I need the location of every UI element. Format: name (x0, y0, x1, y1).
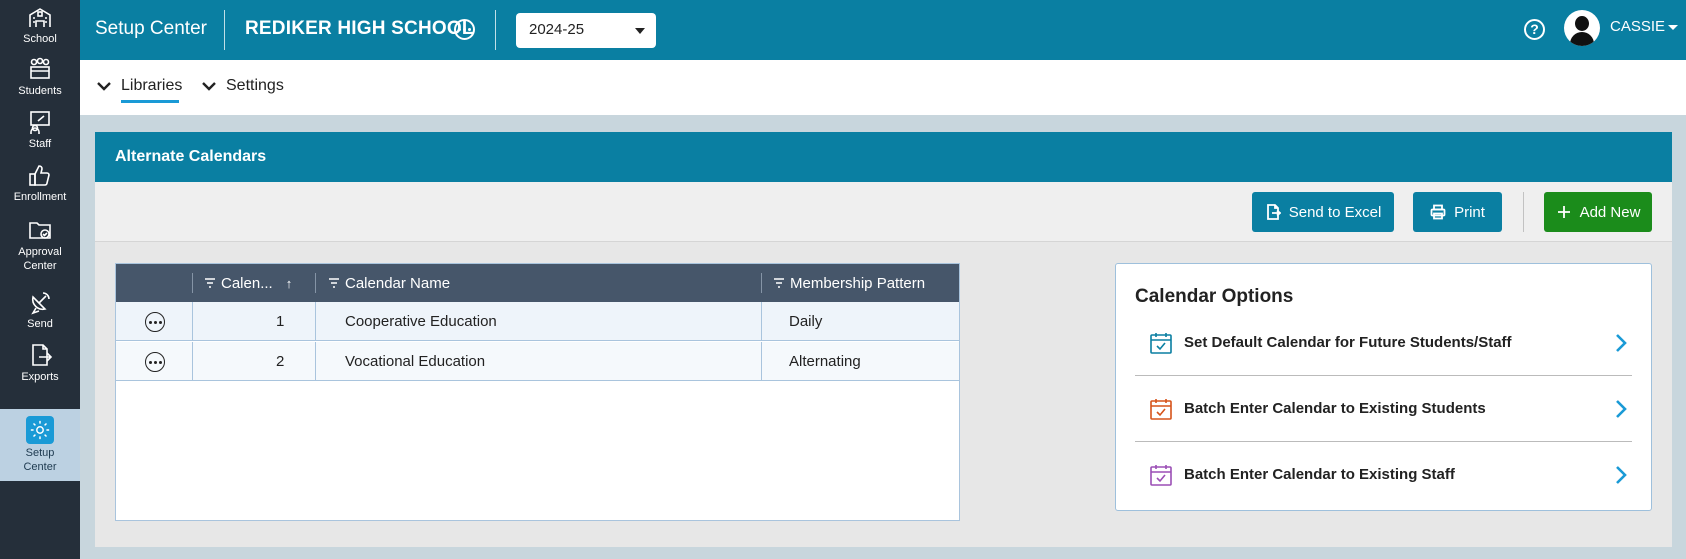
subnav-libraries[interactable]: Libraries (95, 77, 182, 95)
thumbs-up-icon (29, 165, 50, 186)
add-new-button[interactable]: Add New (1544, 192, 1652, 232)
caret-down-icon[interactable] (1668, 25, 1678, 30)
cell-calendar-name: Cooperative Education (345, 313, 497, 330)
file-export-icon (32, 344, 53, 366)
filter-icon[interactable] (204, 277, 216, 289)
chevron-right-icon (1616, 466, 1627, 484)
column-header-calendar-name[interactable]: Calendar Name (328, 264, 450, 302)
rail-item-label: Approval (18, 246, 62, 258)
column-header-membership-pattern[interactable]: Membership Pattern (773, 264, 925, 302)
subnav-settings[interactable]: Settings (200, 77, 284, 95)
toolbar: Send to Excel Print Add New (95, 182, 1672, 242)
card-title: Alternate Calendars (95, 132, 1672, 182)
rail-item-school[interactable]: School (0, 4, 80, 48)
students-icon (30, 57, 50, 79)
print-button[interactable]: Print (1413, 192, 1502, 232)
calendar-check-icon (1150, 399, 1172, 420)
rail-item-label: School (23, 33, 57, 45)
top-bar: Setup Center REDIKER HIGH SCHOOL 2024-25… (80, 0, 1686, 60)
school-name: REDIKER HIGH SCHOOL (245, 18, 474, 39)
rail-item-approval-center[interactable]: Approval Center (0, 217, 80, 277)
app-title[interactable]: Setup Center (95, 18, 207, 40)
satellite-icon (31, 292, 50, 315)
calendars-grid: Calen... ↑ Calendar Name Membership Patt… (115, 263, 960, 521)
table-row[interactable]: 1 Cooperative Education Daily (116, 302, 959, 341)
rail-item-label: Center (23, 461, 57, 473)
row-actions-icon[interactable] (145, 312, 165, 332)
subnav-label: Libraries (121, 77, 183, 94)
filter-icon[interactable] (773, 277, 785, 289)
left-nav-rail: School Students Staff Enrollment Approva… (0, 0, 80, 559)
calendar-options-panel: Calendar Options Set Default Calendar fo… (1115, 263, 1652, 511)
grid-header: Calen... ↑ Calendar Name Membership Patt… (116, 264, 959, 302)
column-header-calendar-number[interactable]: Calen... ↑ (204, 264, 292, 302)
school-icon (29, 8, 51, 27)
school-year-select[interactable]: 2024-25 (516, 13, 656, 48)
chevron-right-icon (1616, 400, 1627, 418)
alternate-calendars-card: Alternate Calendars Send to Excel Print … (95, 132, 1672, 547)
rail-item-label: Center (23, 260, 57, 272)
chevron-right-icon (1616, 334, 1627, 352)
rail-item-label: Send (27, 318, 53, 330)
calendar-options-title: Calendar Options (1135, 286, 1294, 307)
toolbar-divider (1523, 192, 1524, 232)
row-actions-icon[interactable] (145, 352, 165, 372)
option-batch-students[interactable]: Batch Enter Calendar to Existing Student… (1135, 376, 1632, 442)
file-export-icon (1266, 204, 1281, 220)
rail-item-enrollment[interactable]: Enrollment (0, 162, 80, 206)
cell-calendar-number: 2 (276, 353, 285, 370)
rail-item-label: Setup (25, 447, 55, 459)
chevron-down-icon (97, 82, 111, 91)
rail-item-label: Exports (21, 371, 59, 383)
cell-membership-pattern: Alternating (789, 353, 861, 370)
chevron-down-icon (202, 82, 216, 91)
rail-item-label: Enrollment (13, 191, 67, 203)
cell-calendar-name: Vocational Education (345, 353, 486, 370)
rail-item-staff[interactable]: Staff (0, 109, 80, 153)
send-to-excel-button[interactable]: Send to Excel (1252, 192, 1394, 232)
school-year-value: 2024-25 (529, 21, 585, 38)
user-name[interactable]: CASSIE (1610, 18, 1665, 35)
active-tab-indicator (121, 100, 179, 103)
rail-item-label: Staff (28, 138, 52, 150)
folder-check-icon (29, 222, 51, 239)
divider (495, 10, 496, 50)
avatar[interactable] (1564, 10, 1600, 46)
sort-ascending-icon: ↑ (285, 275, 293, 291)
subnav-label: Settings (226, 77, 284, 94)
rail-item-students[interactable]: Students (0, 56, 80, 100)
plus-icon (1557, 206, 1570, 218)
option-set-default-calendar[interactable]: Set Default Calendar for Future Students… (1135, 310, 1632, 376)
staff-icon (30, 111, 50, 134)
cell-membership-pattern: Daily (789, 313, 823, 330)
rail-item-send[interactable]: Send (0, 289, 80, 333)
caret-down-icon (635, 28, 645, 34)
print-icon (1430, 204, 1446, 220)
rail-item-label: Students (18, 85, 62, 97)
option-batch-staff[interactable]: Batch Enter Calendar to Existing Staff (1135, 442, 1632, 508)
rail-item-exports[interactable]: Exports (0, 342, 80, 386)
school-more-icon[interactable] (454, 19, 475, 40)
cell-calendar-number: 1 (276, 313, 285, 330)
filter-icon[interactable] (328, 277, 340, 289)
table-row[interactable]: 2 Vocational Education Alternating (116, 342, 959, 381)
calendar-check-icon (1150, 333, 1172, 354)
sub-nav: Libraries Settings (80, 60, 1686, 115)
gear-icon (30, 420, 50, 440)
help-icon[interactable]: ? (1524, 19, 1545, 40)
divider (224, 10, 225, 50)
calendar-check-icon (1150, 465, 1172, 486)
rail-item-setup-center[interactable]: Setup Center (0, 409, 80, 481)
